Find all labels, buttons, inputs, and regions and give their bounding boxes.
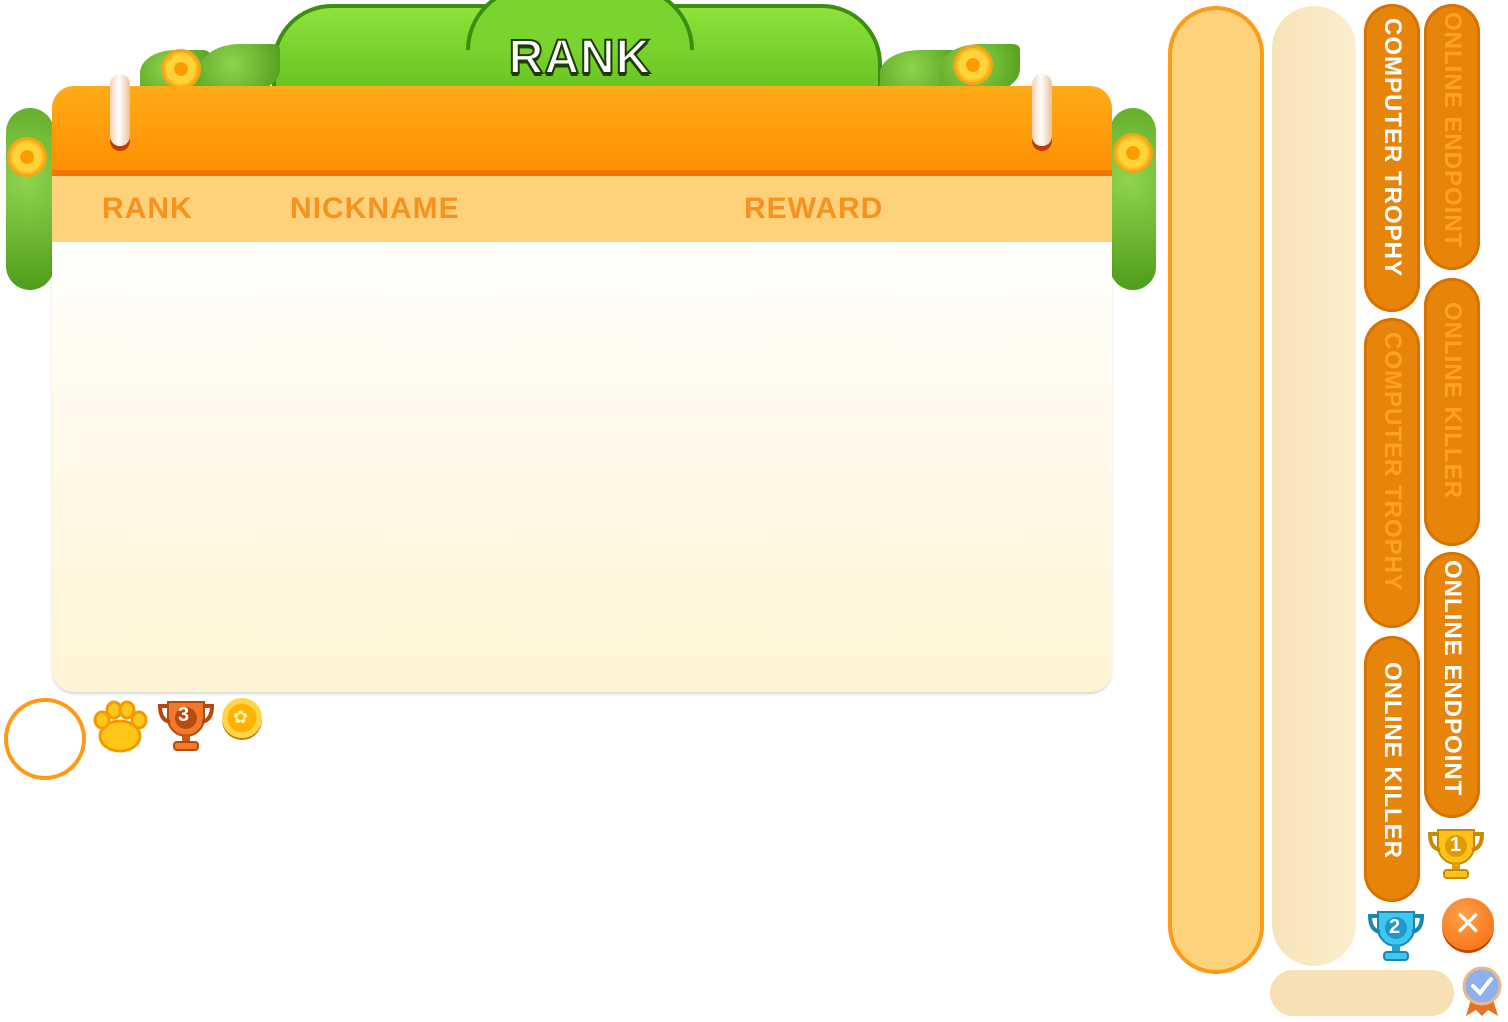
flower-icon — [1116, 136, 1150, 170]
binder-ring — [110, 74, 130, 146]
silver-trophy-number: 2 — [1389, 916, 1401, 938]
tab-label: COMPUTER TROPHY — [1379, 18, 1406, 278]
tab-online-endpoint-inactive[interactable]: ONLINE ENDPOINT — [1424, 4, 1480, 270]
pill-frame — [1270, 970, 1454, 1016]
close-button[interactable]: ✕ — [1442, 898, 1494, 950]
list-frame-orange — [1168, 6, 1264, 974]
paw-icon — [93, 700, 148, 753]
column-header-rank: RANK — [102, 192, 193, 225]
silver-trophy-icon: 2 — [1366, 906, 1426, 966]
tab-label: ONLINE ENDPOINT — [1439, 560, 1466, 797]
bronze-trophy-number: 3 — [178, 704, 190, 726]
close-icon: ✕ — [1453, 905, 1483, 943]
flower-icon — [956, 48, 990, 82]
gold-trophy-icon: 1 — [1426, 824, 1486, 884]
column-header-reward: REWARD — [744, 192, 884, 225]
badge-icon — [1462, 966, 1502, 1016]
tab-label: ONLINE KILLER — [1379, 662, 1406, 859]
panel-header — [52, 86, 1112, 176]
leaf-decoration — [6, 108, 54, 290]
tab-computer-trophy-inactive[interactable]: COMPUTER TROPHY — [1364, 318, 1420, 628]
coin-icon: ✿ — [222, 698, 262, 738]
binder-ring — [1032, 74, 1052, 146]
ranking-list[interactable] — [52, 242, 1112, 692]
flower-icon — [10, 140, 44, 174]
tab-computer-trophy-active[interactable]: COMPUTER TROPHY — [1364, 4, 1420, 312]
column-header-nickname: NICKNAME — [290, 192, 460, 225]
list-frame-cream — [1272, 6, 1356, 966]
column-header-bar — [52, 176, 1112, 242]
tab-online-killer-inactive[interactable]: ONLINE KILLER — [1424, 278, 1480, 546]
bronze-trophy-icon: 3 — [156, 696, 216, 756]
tab-online-endpoint-active[interactable]: ONLINE ENDPOINT — [1424, 552, 1480, 818]
tab-label: ONLINE ENDPOINT — [1439, 12, 1466, 249]
flower-icon — [164, 52, 198, 86]
panel-title: RANK — [508, 30, 652, 85]
tab-label: COMPUTER TROPHY — [1379, 332, 1406, 592]
tab-online-killer-active[interactable]: ONLINE KILLER — [1364, 636, 1420, 902]
avatar-frame — [4, 698, 86, 780]
tab-label: ONLINE KILLER — [1439, 302, 1466, 499]
gold-trophy-number: 1 — [1450, 834, 1462, 856]
